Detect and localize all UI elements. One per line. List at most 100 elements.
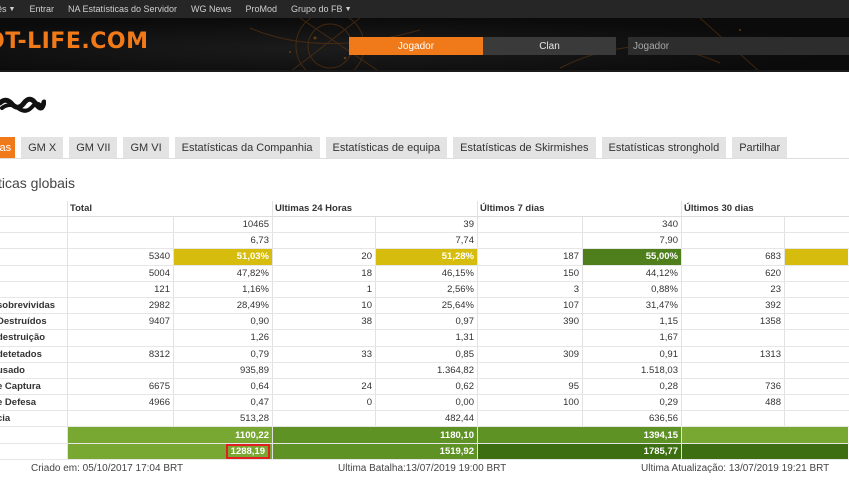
tab-gm-x[interactable]: GM X <box>21 137 64 158</box>
stat-cell <box>681 411 784 427</box>
stat-cell: 0,91 <box>582 346 681 362</box>
stat-cell <box>477 217 582 233</box>
tab-estatisticas[interactable]: cas <box>0 137 16 158</box>
table-row: 6,73 7,74 7,90 <box>0 233 849 250</box>
stat-cell <box>784 314 848 330</box>
nav-language[interactable]: ês▼ <box>0 4 22 14</box>
stat-cell: 1785,77 <box>477 443 681 459</box>
stat-cell: 390 <box>477 314 582 330</box>
stat-cell: 0 <box>272 395 375 411</box>
tabs-divider <box>0 158 849 159</box>
stat-cell: 1358 <box>681 314 784 330</box>
stat-cell: 121 <box>67 281 173 297</box>
stat-cell: 1313 <box>681 346 784 362</box>
chevron-down-icon: ▼ <box>344 5 352 13</box>
stat-cell: 636,56 <box>582 411 681 427</box>
global-stats-table: Total Ultimas 24 Horas Últimos 7 dias Úl… <box>0 201 849 460</box>
header-24h: Ultimas 24 Horas <box>272 201 477 216</box>
stat-cell: 0,79 <box>173 346 272 362</box>
stat-cell: 8312 <box>67 346 173 362</box>
stat-cell: 0,85 <box>375 346 477 362</box>
nav-promod[interactable]: ProMod <box>239 4 285 14</box>
stat-cell: 1,16% <box>173 281 272 297</box>
stat-cell: 0,00 <box>375 395 477 411</box>
stat-cell: 25,64% <box>375 297 477 314</box>
nav-fb-group[interactable]: Grupo do FB ▼ <box>284 4 358 14</box>
stat-cell: 683 <box>681 249 784 265</box>
table-row: sobrevividas 2982 28,49% 10 25,64% 107 31,47% 3… <box>0 297 849 315</box>
stat-cell: 46,15% <box>375 265 477 281</box>
stat-cell <box>272 411 375 427</box>
stat-cell: 6,73 <box>173 233 272 249</box>
stat-cell: 392 <box>681 297 784 314</box>
stat-cell: 1.364,82 <box>375 362 477 378</box>
tab-gm-vi[interactable]: GM VI <box>123 137 169 158</box>
stat-cell <box>67 233 173 249</box>
player-search-input[interactable] <box>628 37 849 55</box>
stat-cell: 10465 <box>173 217 272 233</box>
section-title: ticas globais <box>0 175 76 191</box>
stat-cell: 24 <box>272 378 375 395</box>
stat-cell: 0,64 <box>173 378 272 395</box>
stat-value: 1785,77 <box>643 445 678 457</box>
stat-cell: 1180,10 <box>272 427 477 443</box>
stat-cell: 44,12% <box>582 265 681 281</box>
stat-cell: 2,56% <box>375 281 477 297</box>
created-date: Criado em: 05/10/2017 17:04 BRT <box>31 463 184 474</box>
nav-server-stats[interactable]: NA Estatísticas do Servidor <box>61 4 184 14</box>
table-row: e Defesa 4966 0,47 0 0,00 100 0,29 488 <box>0 395 849 412</box>
stat-cell <box>272 362 375 378</box>
table-row: 121 1,16% 1 2,56% 3 0,88% 23 <box>0 281 849 298</box>
stat-cell <box>784 217 848 233</box>
stat-cell <box>681 362 784 378</box>
stat-cell <box>784 330 848 346</box>
stat-cell: 0,28 <box>582 378 681 395</box>
tab-stronghold-stats[interactable]: Estatísticas stronghold <box>601 137 727 158</box>
site-logo[interactable]: OT-LIFE.COM <box>0 29 148 54</box>
tab-skirmish-stats[interactable]: Estatísticas de Skirmishes <box>453 137 596 158</box>
tab-gm-vii[interactable]: GM VII <box>69 137 118 158</box>
stat-cell: 1519,92 <box>272 443 477 459</box>
stats-footer: Criado em: 05/10/2017 17:04 BRT Ultima B… <box>0 461 849 477</box>
stat-cell: 38 <box>272 314 375 330</box>
chevron-down-icon: ▼ <box>8 5 16 13</box>
stat-cell: 20 <box>272 249 375 265</box>
tab-company-stats[interactable]: Estatísticas da Companhia <box>174 137 320 158</box>
stat-cell <box>681 330 784 346</box>
stat-cell <box>681 233 784 249</box>
stat-cell: 736 <box>681 378 784 395</box>
header-7d: Últimos 7 dias <box>477 201 681 216</box>
row-label: usado <box>0 364 25 376</box>
stat-cell: 935,89 <box>173 362 272 378</box>
nav-login[interactable]: Entrar <box>22 4 61 14</box>
stat-cell: 18 <box>272 265 375 281</box>
stat-cell: 488 <box>681 395 784 411</box>
stat-cell: 482,44 <box>375 411 477 427</box>
stats-tabs: cas GM X GM VII GM VI Estatísticas da Co… <box>0 137 793 158</box>
stat-cell: 33 <box>272 346 375 362</box>
stat-cell: 150 <box>477 265 582 281</box>
stat-cell: 0,88% <box>582 281 681 297</box>
clan-mode-button[interactable]: Clan <box>483 37 616 55</box>
redacted-player-name <box>0 96 46 113</box>
tab-team-stats[interactable]: Estatísticas de equipa <box>325 137 448 158</box>
stat-cell <box>681 217 784 233</box>
stat-cell: 39 <box>375 217 477 233</box>
header-banner: OT-LIFE.COM Jogador Clan <box>0 18 849 72</box>
stat-cell <box>67 330 173 346</box>
stat-cell: 340 <box>582 217 681 233</box>
nav-wg-news[interactable]: WG News <box>184 4 239 14</box>
stat-cell: 51,28% <box>375 249 477 265</box>
row-label <box>0 249 67 264</box>
stat-cell <box>67 362 173 378</box>
stat-cell: 28,49% <box>173 297 272 314</box>
stat-cell: 620 <box>681 265 784 281</box>
nav-server-stats-label: NA Estatísticas do Servidor <box>67 4 178 14</box>
table-row: usado 935,89 1.364,82 1.518,03 <box>0 362 849 379</box>
nav-login-label: Entrar <box>29 4 54 14</box>
header-label <box>0 201 67 216</box>
tab-share[interactable]: Partilhar <box>732 137 788 158</box>
player-mode-button[interactable]: Jogador <box>349 37 483 55</box>
stat-cell: 23 <box>681 281 784 297</box>
table-row: 5340 51,03% 20 51,28% 187 55,00% 683 <box>0 249 849 266</box>
